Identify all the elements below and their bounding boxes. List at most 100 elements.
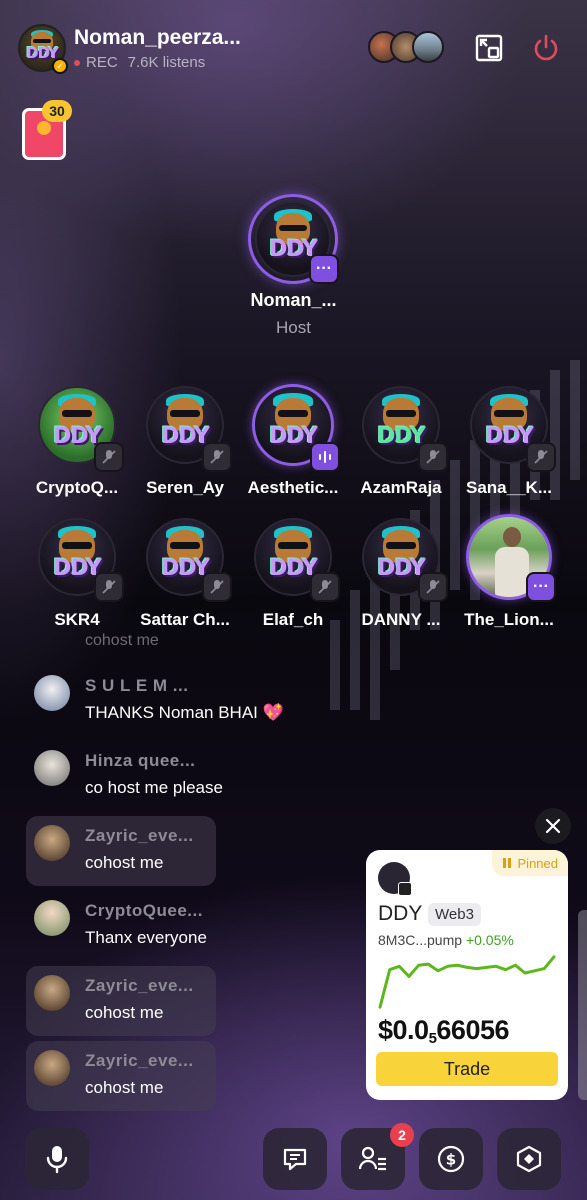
pinned-badge: Pinned bbox=[491, 850, 568, 876]
speaker-name: Aesthetic... bbox=[247, 478, 339, 497]
speaker-name: Sana__K... bbox=[466, 478, 552, 497]
chat-message: S U L E M ... THANKS Noman BHAI 💖 bbox=[26, 666, 284, 736]
speaker-tile[interactable]: DDY Sattar Ch... bbox=[130, 518, 240, 638]
close-token-card-button[interactable] bbox=[535, 808, 571, 844]
mic-icon bbox=[46, 1146, 68, 1174]
mic-muted-icon bbox=[94, 442, 124, 472]
voice-wave-icon bbox=[310, 442, 340, 472]
listener-avatars[interactable] bbox=[368, 31, 446, 65]
side-scroll-handle[interactable] bbox=[578, 910, 587, 1100]
host-role: Host bbox=[276, 318, 311, 337]
token-sparkline bbox=[378, 955, 556, 1009]
room-header: DDY ✓ Noman_peerza... REC 7.6K listens bbox=[0, 0, 587, 90]
mic-muted-icon bbox=[526, 442, 556, 472]
speaker-tile[interactable]: DDY Elaf_ch bbox=[238, 518, 348, 638]
speaker-name: Sattar Ch... bbox=[140, 610, 230, 629]
chat-message: Zayric_eve... cohost me bbox=[26, 966, 216, 1036]
chat-text: THANKS Noman BHAI 💖 bbox=[85, 703, 284, 722]
chat-username[interactable]: Zayric_eve... bbox=[85, 976, 194, 996]
speaker-name: CryptoQ... bbox=[35, 478, 119, 497]
chat-message: CryptoQuee... Thanx everyone bbox=[26, 891, 216, 961]
avatar[interactable] bbox=[34, 825, 70, 861]
more-icon: ··· bbox=[526, 572, 556, 602]
speaker-name: SKR4 bbox=[54, 610, 100, 629]
mic-muted-icon bbox=[310, 572, 340, 602]
more-icon: ··· bbox=[316, 260, 332, 277]
sparkline-line bbox=[378, 955, 556, 1009]
avatar[interactable] bbox=[34, 900, 70, 936]
mic-muted-icon bbox=[202, 572, 232, 602]
mic-muted-icon bbox=[94, 572, 124, 602]
speaker-tile[interactable]: DDY AzamRaja bbox=[346, 386, 456, 506]
verified-badge-icon: ✓ bbox=[52, 58, 68, 74]
chat-text: cohost me bbox=[85, 853, 164, 872]
mic-button[interactable] bbox=[25, 1128, 89, 1190]
chat-text: co host me please bbox=[85, 778, 223, 797]
speaker-name: DANNY ... bbox=[361, 610, 441, 629]
chat-button[interactable] bbox=[263, 1128, 327, 1190]
trade-button[interactable]: Trade bbox=[376, 1052, 558, 1086]
token-address[interactable]: 8M3C...pump bbox=[378, 932, 462, 948]
dollar-icon: $ bbox=[437, 1145, 465, 1173]
avatar[interactable] bbox=[34, 750, 70, 786]
chat-username[interactable]: CryptoQuee... bbox=[85, 901, 203, 921]
speaker-tile[interactable]: DDY Sana__K... bbox=[454, 386, 564, 506]
chat-text: Thanx everyone bbox=[85, 928, 207, 947]
price-prefix: $0.0 bbox=[378, 1015, 429, 1045]
pinned-label: Pinned bbox=[517, 855, 558, 871]
token-card[interactable]: Pinned DDY Web3 8M3C...pump +0.05% $0.05… bbox=[366, 850, 568, 1100]
chat-message: Zayric_eve... cohost me bbox=[26, 816, 216, 886]
apps-button[interactable] bbox=[497, 1128, 561, 1190]
speaker-tile[interactable]: DDY DANNY ... bbox=[346, 518, 456, 638]
speaker-tile[interactable]: DDY SKR4 bbox=[22, 518, 132, 638]
participants-icon bbox=[358, 1146, 386, 1171]
host-options-button[interactable]: ··· bbox=[309, 254, 339, 284]
chat-message: Hinza quee... co host me please bbox=[26, 741, 223, 811]
chat-text: cohost me bbox=[85, 1003, 164, 1022]
listens-count: 7.6K listens bbox=[127, 54, 206, 71]
token-icon bbox=[378, 862, 412, 896]
speaker-tile[interactable]: DDY CryptoQ... bbox=[22, 386, 132, 506]
minimize-window-icon bbox=[475, 34, 503, 62]
speaker-tile[interactable]: ··· The_Lion... bbox=[454, 514, 564, 638]
close-icon bbox=[545, 818, 561, 834]
token-change: +0.05% bbox=[465, 932, 514, 948]
leave-room-button[interactable] bbox=[530, 32, 562, 64]
token-price: $0.0566056 bbox=[378, 1015, 509, 1047]
speaker-name: Seren_Ay bbox=[146, 478, 224, 497]
rec-label: REC bbox=[86, 54, 118, 71]
avatar[interactable] bbox=[34, 675, 70, 711]
token-tag: Web3 bbox=[428, 903, 481, 926]
chat-username[interactable]: Zayric_eve... bbox=[85, 1051, 194, 1071]
hexagon-icon bbox=[516, 1145, 542, 1173]
mic-muted-icon bbox=[418, 442, 448, 472]
chat-username[interactable]: Zayric_eve... bbox=[85, 826, 194, 846]
chat-username[interactable]: Hinza quee... bbox=[85, 751, 195, 771]
tip-button[interactable]: $ bbox=[419, 1128, 483, 1190]
room-status: REC 7.6K listens bbox=[74, 54, 205, 71]
speaker-name: AzamRaja bbox=[360, 478, 442, 497]
gift-count-badge: 30 bbox=[42, 100, 72, 122]
host-name: Noman_... bbox=[250, 290, 337, 310]
price-suffix: 66056 bbox=[436, 1015, 509, 1045]
speaker-name: Elaf_ch bbox=[262, 610, 324, 629]
host-slot: DDY ··· Noman_... Host bbox=[0, 190, 587, 350]
chat-username[interactable]: S U L E M ... bbox=[85, 676, 188, 696]
chat-icon bbox=[283, 1148, 307, 1171]
speaker-tile[interactable]: DDY Aesthetic... bbox=[238, 384, 348, 506]
speaker-tile[interactable]: DDY Seren_Ay bbox=[130, 386, 240, 506]
speaker-name: The_Lion... bbox=[464, 610, 554, 629]
mic-muted-icon bbox=[418, 572, 448, 602]
power-icon bbox=[534, 34, 558, 61]
token-address-line: 8M3C...pump +0.05% bbox=[378, 932, 514, 948]
chat-faded-message: cohost me bbox=[85, 632, 159, 649]
minimize-window-button[interactable] bbox=[473, 32, 505, 64]
pin-icon bbox=[502, 858, 511, 868]
mic-muted-icon bbox=[202, 442, 232, 472]
avatar[interactable] bbox=[34, 975, 70, 1011]
room-title[interactable]: Noman_peerza... bbox=[74, 26, 241, 50]
token-name: DDY bbox=[378, 902, 423, 925]
avatar[interactable] bbox=[34, 1050, 70, 1086]
chat-message: Zayric_eve... cohost me bbox=[26, 1041, 216, 1111]
rec-dot-icon bbox=[74, 59, 80, 66]
